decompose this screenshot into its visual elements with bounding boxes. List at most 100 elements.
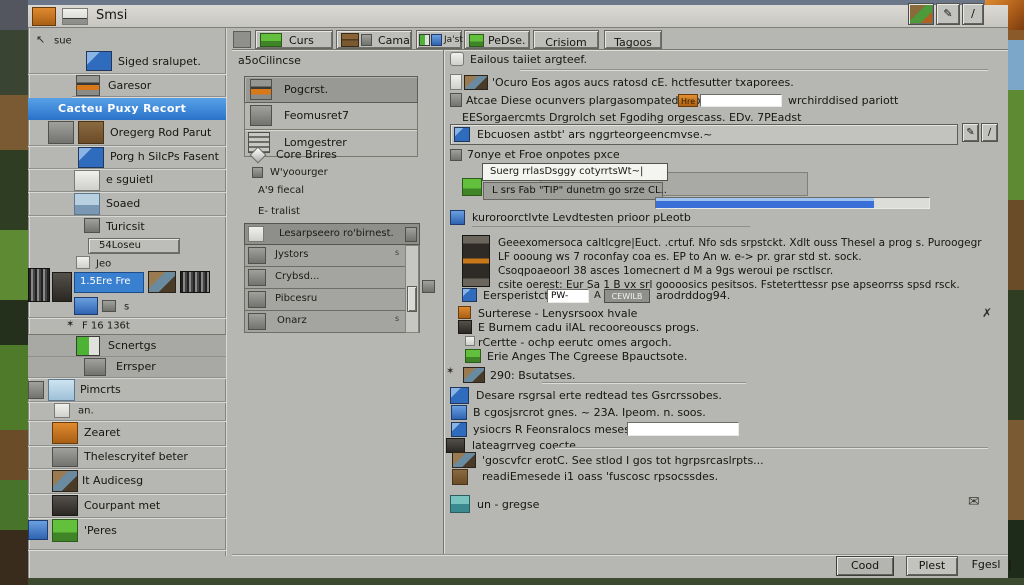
sublist-item[interactable]: Crybsd... <box>244 267 420 289</box>
section-rule <box>520 69 988 71</box>
image-preview-button[interactable] <box>908 3 934 25</box>
option-label[interactable]: E Burnem cadu ilAL recooreouscs progs. <box>478 321 699 334</box>
sidebar-item-cacteu-selected[interactable]: Cacteu Puxy Recort <box>28 98 226 120</box>
star-icon: ✶ <box>446 366 454 377</box>
sidebar-item-label: Siged sralupet. <box>118 55 201 68</box>
sidebar-item-siged[interactable]: Siged sralupet. <box>28 50 226 74</box>
tab-label: Curs <box>289 34 314 47</box>
chip-field[interactable]: CEWILB <box>604 289 650 303</box>
list-item-feomusret[interactable]: Feomusret7 <box>244 103 418 130</box>
frame-icon <box>74 170 100 191</box>
sidebar-item-54loseu[interactable]: 54Loseu <box>88 238 180 254</box>
combobox-edit-button[interactable]: ✎ <box>962 123 979 142</box>
scrollbar-thumb[interactable] <box>407 286 417 312</box>
drag-handle-icon[interactable] <box>422 280 435 293</box>
sidebar-item-label: e sguietl <box>106 173 153 186</box>
tab-crisiom[interactable]: Crisiom <box>533 30 599 49</box>
tab-cama-aux-icon <box>361 34 372 46</box>
fgesl-button[interactable]: Fgesl <box>968 558 1004 576</box>
popup-secondary[interactable]: L srs Fab "TIP" dunetm go srze CL.. <box>483 182 663 200</box>
pw-input[interactable]: PW- <box>547 289 589 303</box>
sidebar-item-jeo[interactable]: Jeo <box>28 256 226 271</box>
spinner-glyph[interactable]: s <box>395 314 399 323</box>
option-label[interactable]: B cgosjsrcrot gnes. ~ 23A. Ipeom. n. soo… <box>473 406 706 419</box>
option-label[interactable]: Desare rsgrsal erte redtead tes Gsrcrsso… <box>476 389 722 402</box>
option-label[interactable]: rCertte - ochp eerutc omes argoch. <box>478 336 672 349</box>
sublist-item[interactable]: Onarz s <box>244 311 420 333</box>
spinner-glyph[interactable]: s <box>395 248 399 257</box>
sidebar-item-an[interactable]: an. <box>28 402 226 421</box>
sidebar-item-thelescryitef[interactable]: Thelescryitef beter <box>28 446 226 469</box>
profile-combobox[interactable]: Ebcuosen astbt' ars nggrteorgeencmvse.~ <box>450 124 958 145</box>
list-item-e-tralist[interactable]: E- tralist <box>244 205 418 221</box>
sidebar-item-pimcrts[interactable]: Pimcrts <box>28 378 226 402</box>
sidebar-item-courpant[interactable]: Courpant met <box>28 494 226 518</box>
dismiss-x-icon[interactable]: ✗ <box>982 306 992 320</box>
sublist-item[interactable]: Jystors s <box>244 245 420 267</box>
blue-tile-icon <box>74 297 98 315</box>
sidebar-item-sguietl[interactable]: e sguietl <box>28 169 226 192</box>
tab-blank[interactable] <box>233 31 251 48</box>
sidebar-item-peres[interactable]: 'Peres <box>28 518 226 544</box>
tab-tagoos[interactable]: Tagoos <box>604 30 662 49</box>
sidebar-item-turicsit[interactable]: Turicsit <box>28 217 226 237</box>
sublist-item[interactable]: Pibcesru <box>244 289 420 311</box>
value-field[interactable] <box>700 94 782 107</box>
sidebar-item-garesor[interactable]: Garesor <box>72 74 226 97</box>
option-label[interactable]: 7onye et Froe onpotes pxce <box>467 148 620 161</box>
option-label[interactable]: Eersperistct <box>483 289 549 302</box>
tab-jast[interactable]: Ja'st <box>416 30 462 49</box>
plest-button[interactable]: Plest <box>906 556 958 576</box>
list-item-a9-fiecal[interactable]: A'9 fiecal <box>244 184 418 200</box>
sidebar-item-errsper[interactable]: Errsper <box>28 357 226 378</box>
title-bar[interactable] <box>28 5 1008 28</box>
oyogos-input[interactable] <box>627 422 739 436</box>
combobox-options-button[interactable]: ∕ <box>981 123 998 142</box>
sidebar-item-porg[interactable]: Porg h SilcPs Fasent <box>28 146 226 169</box>
middle-panel: a5oCilincse Pogcrst. Feomusret7 Lomgestr… <box>232 50 444 556</box>
option-label[interactable]: 'goscvfcr erotC. See stlod I gos tot hgr… <box>482 454 764 467</box>
option-label[interactable]: 'Ocuro Eos agos aucs ratosd cE. hctfesut… <box>492 76 794 89</box>
window-title: Smsi <box>96 8 127 23</box>
page-icon <box>76 256 90 269</box>
popup-primary[interactable]: Suerg rrlasDsggy cotyrrtsWt~| <box>482 163 668 181</box>
option-label[interactable]: readiEmesede i1 oass 'fuscosc rpsocssdes… <box>482 470 718 483</box>
mini-tile-icon <box>102 300 116 312</box>
sidebar-item-zearet[interactable]: Zearet <box>28 421 226 446</box>
spinner-button[interactable] <box>405 227 417 242</box>
list-item-pogcrst[interactable]: Pogcrst. <box>244 76 418 103</box>
option-label[interactable]: Atcae Diese ocunvers plargasompated csot… <box>466 94 712 107</box>
tab-cama[interactable]: Cama <box>336 30 412 49</box>
option-label[interactable]: un - gregse <box>477 498 539 511</box>
hre-badge[interactable]: Hre <box>678 94 698 107</box>
cood-button[interactable]: Cood <box>836 556 894 576</box>
checkbox-icon[interactable] <box>450 149 462 161</box>
sky-block-icon <box>74 193 100 215</box>
sidebar-item-scnertgs[interactable]: Scnertgs <box>28 334 226 357</box>
aux-machine-icon <box>28 381 44 399</box>
sidebar-item-f16[interactable]: ✶ F 16 136t <box>28 319 226 333</box>
option-label[interactable]: Erie Anges The Cgreese Bpauctsote. <box>487 350 687 363</box>
option-label[interactable]: kuroroorctlvte Levdtesten prioor pLeotb <box>472 211 750 227</box>
tab-curs[interactable]: Curs <box>255 30 333 49</box>
sublist-scrollbar[interactable] <box>405 245 419 333</box>
sidebar-item-sue[interactable]: ↖ sue <box>28 33 226 48</box>
edit-pencil-button[interactable]: ✎ <box>936 3 960 25</box>
draw-pen-button[interactable]: ∕ <box>962 3 984 25</box>
list-item-wyoourger[interactable]: W'yoourger <box>244 166 418 182</box>
sidebar-item-soaed[interactable]: Soaed <box>28 192 226 216</box>
tab-pedse[interactable]: PeDse. <box>464 30 530 49</box>
option-label[interactable]: Surterese - Lenysrsoox hvale <box>478 307 637 320</box>
option-label[interactable]: 290: Bsutatses. <box>490 369 576 382</box>
tab-pedse-icon <box>469 34 484 47</box>
sidebar-item-ere-fre-selected[interactable]: 1.5Ere Fre <box>74 272 144 293</box>
list-item-core-brires[interactable]: Core Brires <box>244 146 418 164</box>
sidebar-item-icons-row[interactable]: s <box>28 296 226 318</box>
tab-label: Ja'st <box>444 35 463 45</box>
sidebar-item-audicesg[interactable]: It Audicesg <box>28 469 226 494</box>
swatch-icon <box>248 269 266 286</box>
grass-icon <box>465 349 481 363</box>
sublist-item-selected[interactable]: Lesarpseero ro'birnest. <box>244 223 420 245</box>
sidebar-item-oregerg[interactable]: Oregerg Rod Parut <box>28 120 226 146</box>
mail-icon[interactable]: ✉ <box>968 494 980 510</box>
